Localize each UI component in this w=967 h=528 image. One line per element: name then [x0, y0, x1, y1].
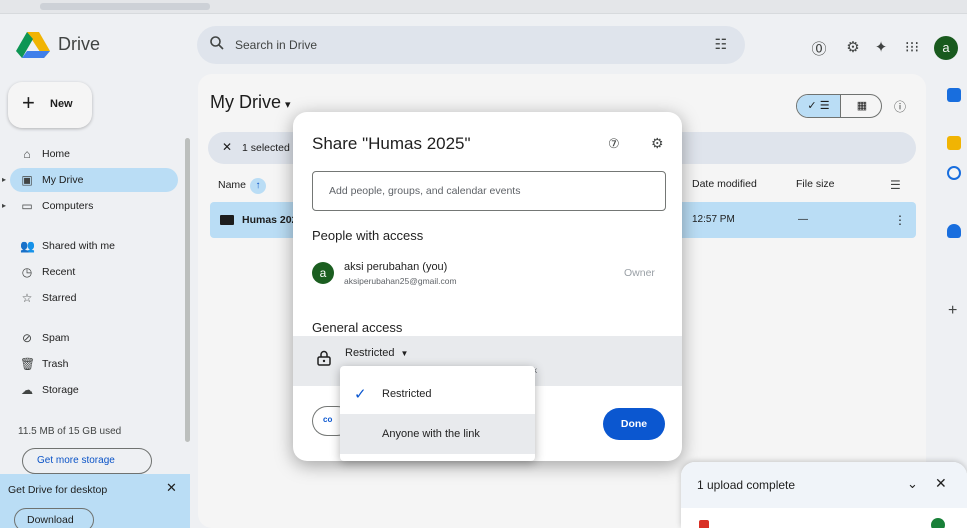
chevron-down-icon: ▼ — [400, 349, 409, 358]
access-person-row: a aksi perubahan (you) aksiperubahan25@g… — [312, 258, 666, 294]
dialog-title: Share "Humas 2025" — [312, 134, 471, 153]
help-icon[interactable]: ⑦ — [608, 136, 620, 152]
upload-status-text: 1 upload complete — [697, 478, 796, 492]
avatar: a — [312, 262, 334, 284]
person-role: Owner — [624, 267, 655, 279]
general-access-heading: General access — [312, 320, 403, 335]
upload-panel: 1 upload complete ⌄ ✕ — [681, 462, 967, 528]
lock-icon — [317, 350, 331, 366]
person-email: aksiperubahan25@gmail.com — [344, 276, 457, 286]
people-with-access-heading: People with access — [312, 228, 424, 243]
person-name: aksi perubahan (you) — [344, 261, 448, 273]
checkmark-icon: ✓ — [354, 386, 367, 403]
menu-item-label: Anyone with the link — [382, 428, 480, 440]
menu-item-label: Restricted — [382, 388, 432, 400]
menu-item-restricted[interactable]: ✓ Restricted — [340, 374, 535, 414]
access-level-dropdown[interactable]: Restricted ▼ — [345, 347, 408, 359]
done-button[interactable]: Done — [603, 408, 665, 440]
add-people-input[interactable] — [312, 171, 666, 211]
access-level-value: Restricted — [345, 347, 395, 359]
upload-panel-header: 1 upload complete ⌄ ✕ — [681, 462, 967, 508]
file-type-icon — [699, 520, 709, 528]
close-icon[interactable]: ✕ — [935, 475, 947, 492]
chevron-down-icon[interactable]: ⌄ — [907, 476, 918, 492]
upload-complete-icon — [931, 518, 945, 528]
access-level-menu: ✓ Restricted Anyone with the link — [340, 366, 535, 461]
settings-icon[interactable]: ⚙ — [651, 135, 664, 152]
copy-link-label: co — [323, 415, 333, 424]
menu-item-anyone-with-link[interactable]: Anyone with the link — [340, 414, 535, 454]
